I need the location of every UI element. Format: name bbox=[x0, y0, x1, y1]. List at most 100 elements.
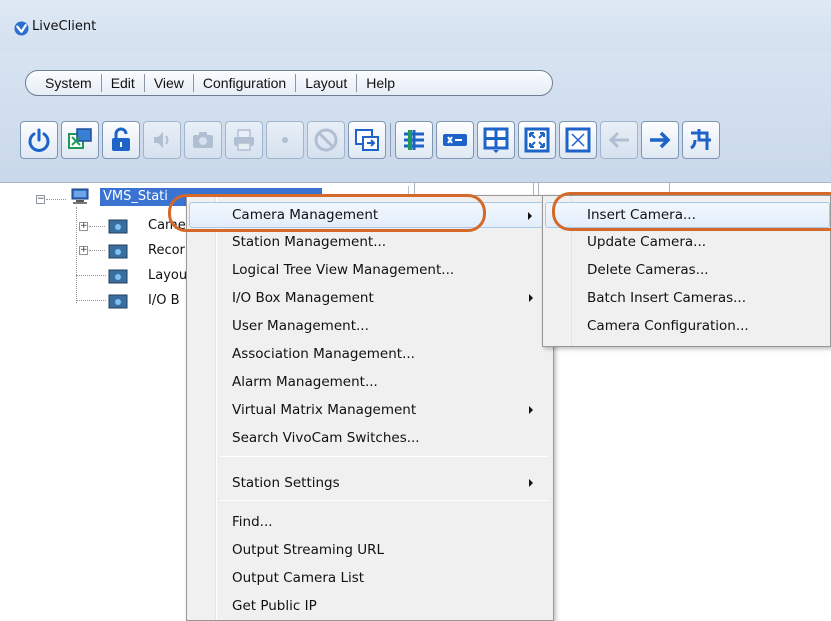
menu-item-label: Find... bbox=[232, 514, 273, 530]
menu-help[interactable]: Help bbox=[357, 74, 404, 92]
record-icon bbox=[282, 137, 288, 143]
sequence-icon bbox=[355, 129, 379, 151]
record-button[interactable] bbox=[266, 121, 304, 159]
speaker-icon bbox=[154, 132, 169, 148]
computer-icon bbox=[71, 188, 89, 204]
menu-item-alarm-management[interactable]: Alarm Management... bbox=[189, 369, 551, 395]
menu-item-find[interactable]: Find... bbox=[189, 509, 551, 535]
menu-item-virtual-matrix-management[interactable]: Virtual Matrix Management bbox=[189, 397, 551, 423]
audio-button[interactable] bbox=[143, 121, 181, 159]
menu-item-camera-configuration[interactable]: Camera Configuration... bbox=[545, 313, 830, 339]
video-wall-button[interactable] bbox=[436, 121, 474, 159]
menu-item-batch-insert-cameras[interactable]: Batch Insert Cameras... bbox=[545, 285, 830, 311]
menu-configuration[interactable]: Configuration bbox=[194, 74, 295, 92]
tree-item-layout[interactable]: Layou bbox=[148, 268, 187, 283]
folder-io-box-icon bbox=[108, 294, 128, 309]
menu-item-label: Batch Insert Cameras... bbox=[587, 290, 746, 306]
forward-arrow-icon bbox=[650, 131, 671, 149]
tree-connector bbox=[76, 275, 106, 276]
folder-layout-icon bbox=[108, 269, 128, 284]
menu-item-label: Search VivoCam Switches... bbox=[232, 430, 420, 446]
power-button[interactable] bbox=[20, 121, 58, 159]
unlock-button[interactable] bbox=[102, 121, 140, 159]
video-wall-icon bbox=[443, 134, 467, 146]
split-view-icon bbox=[483, 127, 509, 153]
menu-item-user-management[interactable]: User Management... bbox=[189, 313, 551, 339]
menu-item-label: Update Camera... bbox=[587, 234, 707, 250]
menu-item-delete-cameras[interactable]: Delete Cameras... bbox=[545, 257, 830, 283]
menu-item-label: Association Management... bbox=[232, 346, 415, 362]
menu-item-label: Logical Tree View Management... bbox=[232, 262, 455, 278]
menu-layout[interactable]: Layout bbox=[296, 74, 356, 92]
tree-connector bbox=[76, 207, 77, 303]
menu-item-logical-tree-view[interactable]: Logical Tree View Management... bbox=[189, 257, 551, 283]
menu-item-get-public-ip[interactable]: Get Public IP bbox=[189, 593, 551, 619]
split-view-button[interactable] bbox=[477, 121, 515, 159]
tree-connector bbox=[46, 199, 66, 200]
context-menu: Camera Management Station Management... … bbox=[186, 195, 554, 621]
submenu-arrow-icon bbox=[529, 406, 533, 414]
snapshot-button[interactable] bbox=[184, 121, 222, 159]
menu-edit[interactable]: Edit bbox=[102, 74, 144, 92]
back-button[interactable] bbox=[600, 121, 638, 159]
tree-connector bbox=[76, 300, 106, 301]
fit-screen-icon bbox=[565, 127, 591, 153]
toolbar-separator bbox=[390, 123, 391, 157]
fit-screen-button[interactable] bbox=[559, 121, 597, 159]
forward-button[interactable] bbox=[641, 121, 679, 159]
back-arrow-icon bbox=[608, 131, 629, 149]
menu-item-label: Delete Cameras... bbox=[587, 262, 709, 278]
stop-icon bbox=[314, 128, 338, 152]
fullscreen-icon bbox=[524, 127, 550, 153]
menu-item-search-vivocam[interactable]: Search VivoCam Switches... bbox=[189, 425, 551, 451]
print-icon bbox=[234, 129, 254, 151]
folder-recording-icon bbox=[108, 244, 128, 259]
sequence-button[interactable] bbox=[348, 121, 386, 159]
menu-item-label: Virtual Matrix Management bbox=[232, 402, 417, 418]
submenu-arrow-icon bbox=[528, 212, 532, 220]
folder-camera-icon bbox=[108, 219, 128, 234]
menu-divider bbox=[220, 500, 548, 501]
menu-item-station-settings[interactable]: Station Settings bbox=[189, 470, 551, 496]
toolbar bbox=[20, 121, 831, 161]
menu-item-label: Station Management... bbox=[232, 234, 387, 250]
menu-item-update-camera[interactable]: Update Camera... bbox=[545, 229, 830, 255]
submenu-arrow-icon bbox=[529, 479, 533, 487]
menu-item-io-box-management[interactable]: I/O Box Management bbox=[189, 285, 551, 311]
unlock-icon bbox=[112, 127, 130, 151]
layout-grid-icon bbox=[404, 130, 424, 150]
layout-grid-button[interactable] bbox=[395, 121, 433, 159]
menu-item-station-management[interactable]: Station Management... bbox=[189, 229, 551, 255]
menu-divider bbox=[220, 456, 548, 457]
tree-connector bbox=[89, 250, 105, 251]
submenu-arrow-icon bbox=[529, 294, 533, 302]
window-title: LiveClient bbox=[32, 19, 97, 34]
power-icon bbox=[28, 128, 50, 152]
tree-collapse-toggle[interactable]: − bbox=[36, 195, 45, 204]
menu-item-label: Output Camera List bbox=[232, 570, 365, 586]
tree-item-recording[interactable]: Recor bbox=[148, 243, 185, 258]
camera-grid-button[interactable] bbox=[61, 121, 99, 159]
tree-connector bbox=[89, 226, 105, 227]
menu-item-label: User Management... bbox=[232, 318, 369, 334]
menu-item-label: Output Streaming URL bbox=[232, 542, 384, 558]
tree-expand-toggle[interactable]: + bbox=[79, 222, 88, 231]
tree-item-io-box[interactable]: I/O B bbox=[148, 293, 180, 308]
menu-system[interactable]: System bbox=[36, 74, 101, 92]
tree-expand-toggle[interactable]: + bbox=[79, 246, 88, 255]
tool-button[interactable] bbox=[682, 121, 720, 159]
stop-button[interactable] bbox=[307, 121, 345, 159]
menu-item-association-management[interactable]: Association Management... bbox=[189, 341, 551, 367]
menu-item-label: Station Settings bbox=[232, 475, 340, 491]
menu-bar: System Edit View Configuration Layout He… bbox=[25, 70, 553, 96]
tool-icon bbox=[690, 129, 711, 150]
camera-grid-icon bbox=[68, 128, 92, 149]
menu-item-output-camera-list[interactable]: Output Camera List bbox=[189, 565, 551, 591]
snapshot-icon bbox=[193, 132, 213, 148]
app-logo-icon bbox=[14, 21, 29, 36]
fullscreen-button[interactable] bbox=[518, 121, 556, 159]
menu-item-output-streaming-url[interactable]: Output Streaming URL bbox=[189, 537, 551, 563]
menu-view[interactable]: View bbox=[145, 74, 193, 92]
print-button[interactable] bbox=[225, 121, 263, 159]
callout-camera-management bbox=[168, 194, 486, 232]
